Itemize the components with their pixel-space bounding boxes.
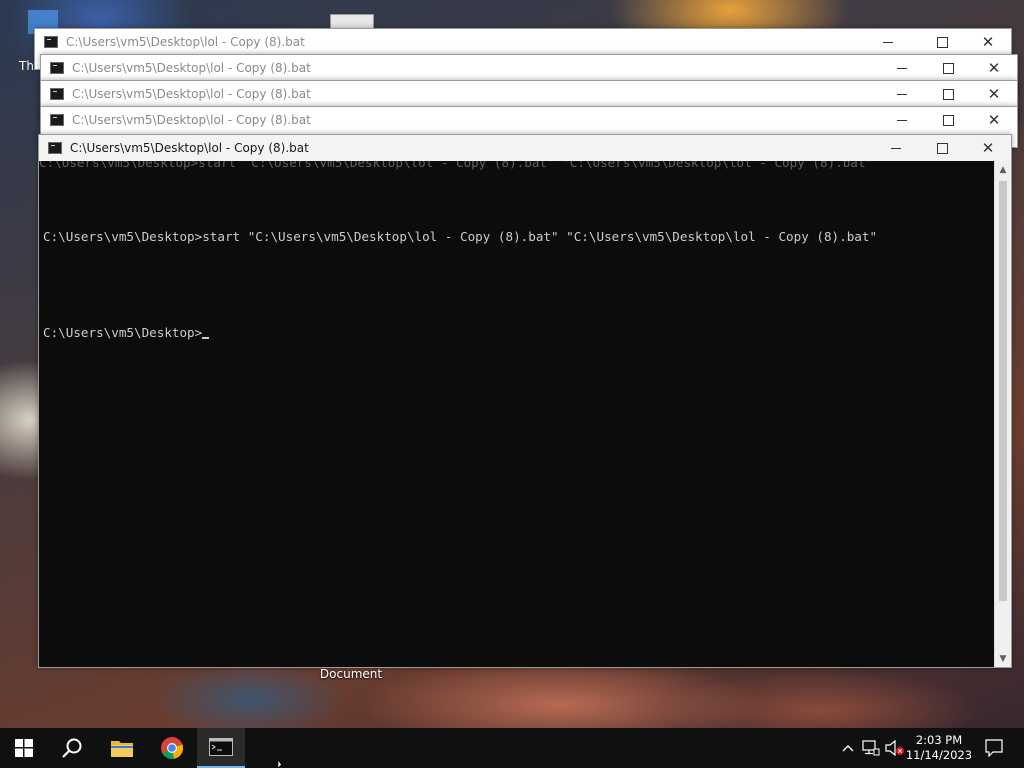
desktop-icon-label-document[interactable]: Document (315, 667, 387, 681)
titlebar[interactable]: C:\Users\vm5\Desktop\lol - Copy (8).bat … (35, 29, 1011, 55)
cmd-icon (50, 114, 64, 126)
action-center-button[interactable] (976, 728, 1012, 768)
file-explorer-button[interactable] (98, 728, 146, 768)
window-title: C:\Users\vm5\Desktop\lol - Copy (8).bat (72, 61, 311, 75)
taskbar: 2:03 PM 11/14/2023 (0, 728, 1024, 768)
maximize-button[interactable] (919, 135, 965, 161)
chrome-icon (161, 737, 184, 759)
close-button[interactable]: ✕ (965, 135, 1011, 161)
close-icon: ✕ (987, 84, 1001, 103)
console-prompt-line: C:\Users\vm5\Desktop> (43, 325, 990, 341)
start-icon (15, 739, 33, 757)
scroll-up-icon[interactable]: ▲ (995, 161, 1011, 178)
close-icon: ✕ (987, 110, 1001, 129)
minimize-button[interactable] (879, 107, 925, 133)
minimize-icon (897, 119, 907, 121)
minimize-button[interactable] (879, 55, 925, 81)
close-icon: ✕ (987, 58, 1001, 77)
start-button[interactable] (0, 728, 48, 768)
console-output[interactable]: C:\Users\vm5\Desktop>start "C:\Users\vm5… (39, 161, 994, 667)
minimize-icon (897, 67, 907, 69)
maximize-button[interactable] (919, 29, 965, 55)
clock: 2:03 PM 11/14/2023 (906, 733, 972, 763)
close-button[interactable]: ✕ (971, 107, 1017, 133)
network-button[interactable] (860, 728, 882, 768)
cmd-icon (50, 88, 64, 100)
minimize-button[interactable] (879, 81, 925, 107)
cmd-window-active[interactable]: C:\Users\vm5\Desktop\lol - Copy (8).bat … (38, 134, 1012, 668)
maximize-button[interactable] (925, 81, 971, 107)
close-icon: ✕ (981, 138, 995, 157)
chrome-button[interactable] (148, 728, 196, 768)
titlebar[interactable]: C:\Users\vm5\Desktop\lol - Copy (8).bat … (41, 55, 1017, 81)
close-button[interactable]: ✕ (971, 81, 1017, 107)
maximize-button[interactable] (925, 107, 971, 133)
console-line: C:\Users\vm5\Desktop>start "C:\Users\vm5… (43, 229, 878, 244)
search-button[interactable] (48, 728, 96, 768)
window-title: C:\Users\vm5\Desktop\lol - Copy (8).bat (72, 87, 311, 101)
titlebar[interactable]: C:\Users\vm5\Desktop\lol - Copy (8).bat … (41, 81, 1017, 107)
clock-date: 11/14/2023 (905, 748, 973, 762)
volume-muted-icon (885, 740, 904, 756)
desktop-icon-label[interactable]: Th (19, 59, 34, 73)
titlebar[interactable]: C:\Users\vm5\Desktop\lol - Copy (8).bat … (41, 107, 1017, 133)
clock-button[interactable]: 2:03 PM 11/14/2023 (904, 728, 974, 768)
close-icon: ✕ (981, 32, 995, 51)
window-title: C:\Users\vm5\Desktop\lol - Copy (8).bat (66, 35, 305, 49)
minimize-icon (883, 41, 893, 43)
scroll-down-icon[interactable]: ▼ (995, 650, 1011, 667)
scroll-thumb[interactable] (999, 181, 1007, 601)
maximize-icon (936, 36, 948, 48)
mouse-cursor-icon (278, 760, 285, 768)
notification-icon (985, 739, 1003, 757)
cmd-icon (50, 62, 64, 74)
minimize-icon (891, 147, 901, 149)
cmd-icon (48, 142, 62, 154)
window-title: C:\Users\vm5\Desktop\lol - Copy (8).bat (72, 113, 311, 127)
cmd-icon (209, 738, 233, 756)
maximize-icon (942, 62, 954, 74)
file-explorer-icon (111, 741, 133, 757)
close-button[interactable]: ✕ (971, 55, 1017, 81)
text-cursor (202, 337, 210, 339)
show-hidden-icons-button[interactable] (838, 728, 858, 768)
close-button[interactable]: ✕ (965, 29, 1011, 55)
console-ghost-line: C:\Users\vm5\Desktop>start "C:\Users\vm5… (39, 161, 874, 170)
search-icon (62, 738, 82, 758)
minimize-icon (897, 93, 907, 95)
cmd-icon (44, 36, 58, 48)
minimize-button[interactable] (865, 29, 911, 55)
maximize-button[interactable] (925, 55, 971, 81)
volume-button[interactable] (884, 728, 906, 768)
maximize-icon (942, 88, 954, 100)
window-title: C:\Users\vm5\Desktop\lol - Copy (8).bat (70, 141, 309, 155)
vertical-scrollbar[interactable]: ▲ ▼ (994, 161, 1011, 667)
titlebar[interactable]: C:\Users\vm5\Desktop\lol - Copy (8).bat … (39, 135, 1011, 161)
clock-time: 2:03 PM (915, 733, 963, 747)
minimize-button[interactable] (873, 135, 919, 161)
chevron-up-icon (842, 745, 854, 752)
console-prompt: C:\Users\vm5\Desktop> (43, 325, 203, 340)
cmd-taskbar-button[interactable] (197, 728, 245, 768)
maximize-icon (942, 114, 954, 126)
maximize-icon (936, 142, 948, 154)
network-icon (862, 740, 880, 756)
